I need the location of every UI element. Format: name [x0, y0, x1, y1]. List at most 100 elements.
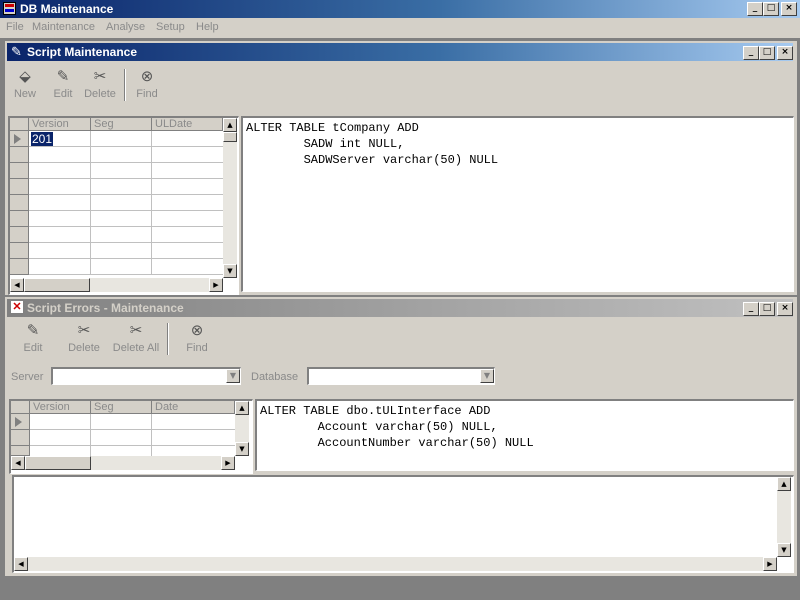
delete-all-button[interactable]: ✂ Delete All [111, 322, 161, 354]
errors-maximize-button[interactable]: □ [759, 302, 775, 316]
delete-all-icon: ✂ [129, 322, 143, 339]
errors-minimize-button[interactable]: _ [743, 302, 759, 316]
edit-pencil-icon: ✎ [26, 322, 40, 339]
scroll-down-arrow-icon[interactable]: ▼ [235, 442, 249, 456]
row-header-current[interactable] [10, 131, 29, 147]
scroll-down-arrow-icon[interactable]: ▼ [223, 264, 237, 278]
toolbar-separator [167, 323, 169, 355]
server-dropdown[interactable]: ▼ [51, 367, 241, 385]
errors-edit-button[interactable]: ✎ Edit [13, 322, 53, 354]
vertical-scrollbar[interactable]: ▲ ▼ [223, 118, 237, 278]
script-text-editor[interactable]: ALTER TABLE tCompany ADD SADW int NULL, … [241, 116, 794, 292]
menu-setup[interactable]: Setup [156, 21, 185, 33]
row-header[interactable] [10, 147, 29, 163]
row-header[interactable] [10, 259, 29, 275]
database-icon [3, 2, 16, 15]
database-dropdown[interactable]: ▼ [307, 367, 495, 385]
horizontal-scrollbar[interactable]: ◀ ▶ [11, 456, 235, 470]
delete-button[interactable]: ✂ Delete [80, 68, 120, 100]
horizontal-scrollbar[interactable]: ◀ ▶ [10, 278, 223, 292]
new-document-icon: ⬙ [19, 68, 31, 85]
row-header[interactable] [11, 446, 30, 456]
menu-analyse[interactable]: Analyse [106, 21, 145, 33]
child-maximize-button[interactable]: □ [759, 46, 775, 60]
horizontal-scrollbar[interactable]: ◀ ▶ [14, 557, 777, 571]
edit-button[interactable]: ✎ Edit [43, 68, 83, 100]
grid-corner [11, 401, 30, 414]
toolbar-separator [124, 69, 126, 101]
grid-corner [10, 118, 29, 131]
delete-all-label: Delete All [112, 342, 160, 354]
delete-icon: ✂ [93, 68, 107, 85]
row-header[interactable] [10, 227, 29, 243]
row-header[interactable] [10, 195, 29, 211]
menu-file[interactable]: File [6, 21, 24, 33]
minimize-button[interactable]: _ [747, 2, 763, 16]
child-close-button[interactable]: × [777, 46, 793, 60]
menu-maintenance[interactable]: Maintenance [32, 21, 95, 33]
scroll-up-arrow-icon[interactable]: ▲ [223, 118, 237, 132]
row-header[interactable] [11, 430, 30, 446]
database-label: Database [251, 371, 299, 383]
current-row-arrow-icon [14, 134, 21, 144]
server-label: Server [11, 371, 44, 383]
errors-delete-label: Delete [68, 342, 100, 354]
close-button[interactable]: × [781, 2, 797, 16]
status-bar [0, 578, 800, 600]
horizontal-scroll-thumb[interactable] [24, 278, 90, 292]
scroll-up-arrow-icon[interactable]: ▲ [235, 401, 249, 415]
current-row-arrow-icon [15, 417, 22, 427]
row-header[interactable] [10, 179, 29, 195]
child-minimize-button[interactable]: _ [743, 46, 759, 60]
errors-find-button[interactable]: ⊗ Find [177, 322, 217, 354]
table-row[interactable]: 201 [31, 132, 54, 146]
column-header-seg[interactable]: Seg [91, 118, 152, 131]
new-button-label: New [13, 88, 36, 100]
vertical-scrollbar[interactable]: ▲ ▼ [777, 477, 791, 557]
row-header[interactable] [10, 211, 29, 227]
pin-icon: ✎ [11, 44, 22, 59]
scroll-right-arrow-icon[interactable]: ▶ [209, 278, 223, 292]
error-script-text-editor[interactable]: ALTER TABLE dbo.tULInterface ADD Account… [255, 399, 794, 471]
column-header-version[interactable]: Version [29, 118, 91, 131]
row-header[interactable] [10, 243, 29, 259]
scroll-right-arrow-icon[interactable]: ▶ [221, 456, 235, 470]
errors-edit-label: Edit [23, 342, 43, 354]
script-maintenance-title: Script Maintenance [27, 45, 138, 59]
scroll-down-arrow-icon[interactable]: ▼ [777, 543, 791, 557]
menu-bar: File Maintenance Analyse Setup Help [0, 18, 800, 38]
scroll-left-arrow-icon[interactable]: ◀ [10, 278, 24, 292]
row-header[interactable] [10, 163, 29, 179]
edit-button-label: Edit [53, 88, 73, 100]
error-details-text[interactable]: ▲ ▼ ◀ ▶ [12, 475, 794, 573]
errors-delete-button[interactable]: ✂ Delete [64, 322, 104, 354]
vertical-scroll-thumb[interactable] [223, 132, 237, 142]
dropdown-arrow-icon[interactable]: ▼ [480, 369, 494, 383]
new-button[interactable]: ⬙ New [5, 68, 45, 100]
script-errors-title-bar[interactable]: ✕ Script Errors - Maintenance _ □ × [7, 299, 793, 317]
script-version-grid[interactable]: Version Seg ULDate 201 ▲ ▼ ◀ ▶ [8, 116, 239, 295]
binoculars-icon: ⊗ [140, 68, 154, 85]
dropdown-arrow-icon[interactable]: ▼ [226, 369, 240, 383]
error-version-grid[interactable]: Version Seg Date ▲ ▼ ◀ ▶ [9, 399, 253, 474]
errors-close-button[interactable]: × [777, 302, 793, 316]
vertical-scrollbar[interactable]: ▲ ▼ [235, 401, 249, 456]
scroll-left-arrow-icon[interactable]: ◀ [11, 456, 25, 470]
row-header-current[interactable] [11, 414, 30, 430]
app-title-bar[interactable]: DB Maintenance _ □ × [0, 0, 800, 18]
menu-help[interactable]: Help [196, 21, 219, 33]
column-header-uldate[interactable]: ULDate [152, 118, 223, 131]
cell-version[interactable]: 201 [31, 132, 54, 146]
horizontal-scroll-thumb[interactable] [25, 456, 91, 470]
scroll-left-arrow-icon[interactable]: ◀ [14, 557, 28, 571]
script-errors-title: Script Errors - Maintenance [27, 301, 184, 315]
script-maintenance-title-bar[interactable]: ✎ Script Maintenance _ □ × [7, 43, 793, 61]
column-header-version[interactable]: Version [30, 401, 91, 414]
column-header-seg[interactable]: Seg [91, 401, 152, 414]
column-header-date[interactable]: Date [152, 401, 235, 414]
scroll-right-arrow-icon[interactable]: ▶ [763, 557, 777, 571]
find-button[interactable]: ⊗ Find [127, 68, 167, 100]
script-maintenance-window: ✎ Script Maintenance _ □ × ⬙ New ✎ Edit … [4, 40, 798, 296]
maximize-button[interactable]: □ [763, 2, 779, 16]
scroll-up-arrow-icon[interactable]: ▲ [777, 477, 791, 491]
